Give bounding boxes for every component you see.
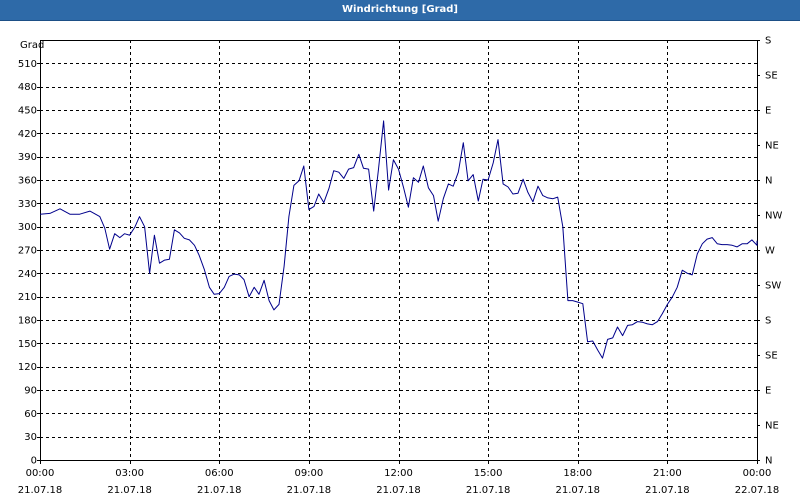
right-tick-label: E — [765, 386, 771, 397]
x-tick-time: 09:00 — [294, 468, 323, 479]
right-tick-label: SE — [765, 71, 778, 82]
y-tick-label: 180 — [18, 316, 37, 327]
series-line — [39, 120, 758, 359]
y-axis-ticks: 0 30 60 90 120 150 180 210 240 270 300 330 360 390 420… — [18, 59, 40, 467]
x-tick-date: 21.07.18 — [555, 485, 600, 496]
x-tick-date: 21.07.18 — [107, 485, 152, 496]
x-tick-date: 21.07.18 — [466, 485, 511, 496]
y-tick-label: 30 — [24, 432, 37, 443]
y-tick-label: 480 — [18, 82, 37, 93]
right-axis-ticks: N NE E SE S SW W NW N NE E SE S — [757, 36, 782, 467]
x-tick-date: 21.07.18 — [645, 485, 690, 496]
x-tick-time: 15:00 — [474, 468, 503, 479]
right-tick-label: SW — [765, 281, 781, 292]
x-tick-date: 21.07.18 — [376, 485, 421, 496]
series-group — [39, 120, 758, 359]
y-tick-label: 240 — [18, 269, 37, 280]
y-tick-label: 150 — [18, 339, 37, 350]
y-tick-label: 120 — [18, 362, 37, 373]
right-tick-label: S — [765, 36, 771, 47]
x-axis-ticks: 00:00 21.07.18 03:00 21.07.18 06:00 21.07.18 0… — [18, 460, 780, 496]
right-tick-label: NW — [765, 211, 782, 222]
y-tick-label: 60 — [24, 409, 37, 420]
y-tick-label: 390 — [18, 152, 37, 163]
x-tick-time: 18:00 — [563, 468, 592, 479]
y-tick-label: 360 — [18, 176, 37, 187]
y-tick-label: 210 — [18, 292, 37, 303]
x-tick-date: 22.07.18 — [735, 485, 780, 496]
right-tick-label: W — [765, 246, 775, 257]
chart-area: 0 30 60 90 120 150 180 210 240 270 300 330 360 390 420… — [18, 36, 783, 497]
right-tick-label: E — [765, 106, 771, 117]
right-tick-label: SE — [765, 351, 778, 362]
x-tick-date: 21.07.18 — [18, 485, 63, 496]
x-tick-time: 00:00 — [743, 468, 772, 479]
y-tick-label: 300 — [18, 222, 37, 233]
right-tick-label: N — [765, 456, 772, 467]
right-tick-label: S — [765, 316, 771, 327]
y-tick-label: 270 — [18, 246, 37, 257]
x-tick-time: 12:00 — [384, 468, 413, 479]
y-tick-label: 330 — [18, 199, 37, 210]
y-tick-label: 450 — [18, 106, 37, 117]
right-tick-label: N — [765, 176, 772, 187]
x-tick-time: 21:00 — [653, 468, 682, 479]
x-tick-time: 03:00 — [115, 468, 144, 479]
x-tick-date: 21.07.18 — [287, 485, 332, 496]
x-tick-date: 21.07.18 — [197, 485, 242, 496]
right-tick-label: NE — [765, 141, 779, 152]
right-tick-label: NE — [765, 421, 779, 432]
y-tick-label: 0 — [31, 456, 37, 467]
y-tick-label: 510 — [18, 59, 37, 70]
y-tick-label: 90 — [24, 386, 37, 397]
x-tick-time: 06:00 — [205, 468, 234, 479]
y-axis-label: Grad — [20, 40, 44, 51]
y-tick-label: 420 — [18, 129, 37, 140]
x-tick-time: 00:00 — [26, 468, 55, 479]
